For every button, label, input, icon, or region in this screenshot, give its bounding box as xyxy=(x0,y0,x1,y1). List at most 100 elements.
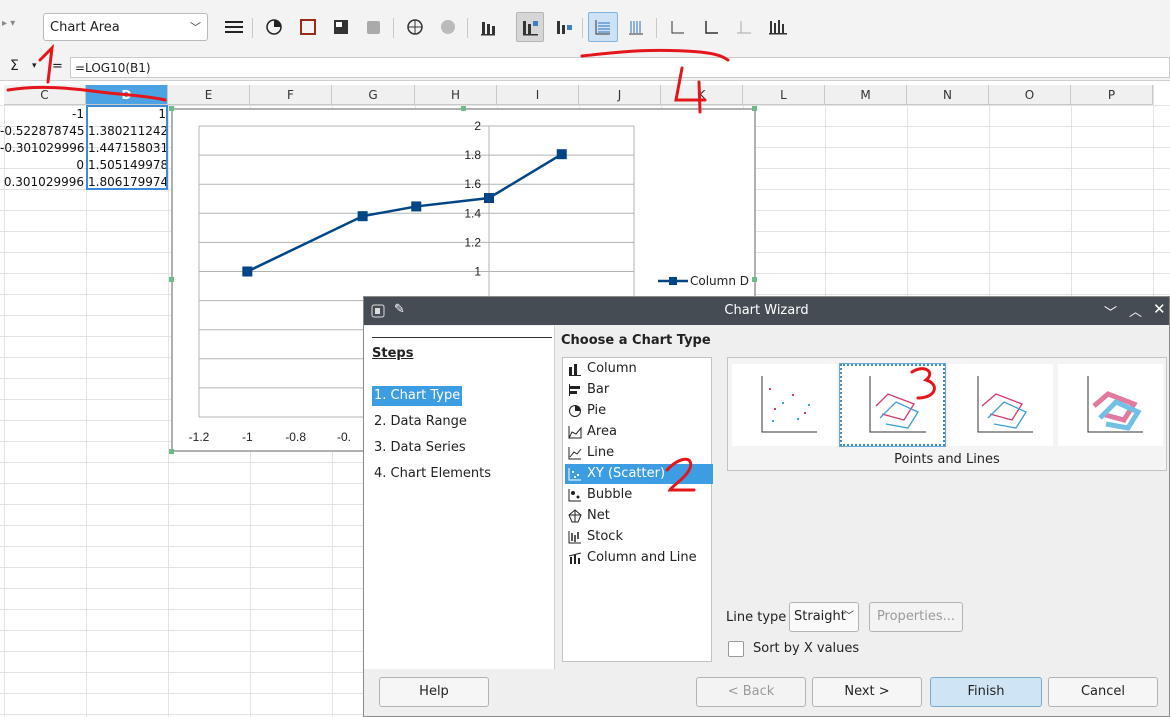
chart-type-list[interactable]: Column Bar Pie Area Line XY (Scatter) Bubble Ne… xyxy=(562,357,713,662)
cell-c5[interactable]: 0.301029996 xyxy=(0,174,86,191)
cell-c1[interactable]: -1 xyxy=(0,106,86,123)
next-button[interactable]: Next > xyxy=(812,677,922,707)
chart-type-area[interactable]: Area xyxy=(565,422,713,442)
sort-checkbox[interactable] xyxy=(728,641,744,657)
resize-handle[interactable] xyxy=(169,449,174,454)
selection-outline xyxy=(86,105,168,190)
step-data-range[interactable]: 2. Data Range xyxy=(372,412,469,432)
column-header-e[interactable]: E xyxy=(168,85,250,105)
bar-chart-icon xyxy=(568,383,582,397)
column-header-l[interactable]: L xyxy=(743,85,825,105)
variant-lines-only[interactable] xyxy=(948,364,1053,446)
chart-type-line[interactable]: Line xyxy=(565,443,713,463)
variant-3d-lines[interactable] xyxy=(1058,364,1163,446)
column-header-n[interactable]: N xyxy=(907,85,989,105)
net-chart-icon xyxy=(568,509,582,523)
column-header-k[interactable]: K xyxy=(661,85,743,105)
help-button[interactable]: Help xyxy=(379,677,489,707)
maximize-icon[interactable]: ︿ xyxy=(1129,301,1142,320)
chart-type-column-and-line[interactable]: Column and Line xyxy=(565,548,713,568)
line-type-value: Straight xyxy=(794,609,846,624)
vertical-grids-icon[interactable] xyxy=(624,14,648,40)
resize-handle[interactable] xyxy=(752,106,757,111)
horizontal-grids-icon[interactable] xyxy=(588,12,618,42)
cell-c3[interactable]: -0.301029996 xyxy=(0,140,86,157)
column-header-h[interactable]: H xyxy=(415,85,497,105)
properties-button[interactable]: Properties... xyxy=(869,602,963,632)
chart-type-icon[interactable] xyxy=(262,14,286,40)
y-tick-label: 1.2 xyxy=(464,235,481,249)
insert-titles-icon[interactable] xyxy=(476,14,500,40)
chart-type-label: Bubble xyxy=(587,487,633,502)
line-type-label: Line type xyxy=(726,610,787,625)
close-icon[interactable]: ✕ xyxy=(1153,300,1166,318)
cell-c2[interactable]: -0.522878745 xyxy=(0,123,86,140)
sort-label: Sort by X values xyxy=(753,641,860,656)
x-axis-icon[interactable] xyxy=(665,14,689,40)
area-chart-icon xyxy=(568,425,582,439)
equals-icon[interactable]: = xyxy=(52,59,63,74)
step-chart-type[interactable]: 1. Chart Type xyxy=(372,386,463,406)
variant-points-and-lines[interactable] xyxy=(839,363,946,447)
back-button[interactable]: < Back xyxy=(696,677,806,707)
column-header-d[interactable]: D xyxy=(86,85,168,105)
legend-on-off-icon[interactable] xyxy=(516,12,544,42)
3d-view-icon[interactable] xyxy=(362,14,386,40)
data-table-icon[interactable] xyxy=(403,14,427,40)
data-series-icon[interactable] xyxy=(436,14,460,40)
format-selection-icon[interactable] xyxy=(222,14,246,40)
cell-c4[interactable]: 0 xyxy=(0,157,86,174)
dialog-titlebar[interactable]: ✎ Chart Wizard ﹀ ︿ ✕ xyxy=(364,297,1169,325)
bubble-chart-icon xyxy=(568,488,582,502)
chart-type-pie[interactable]: Pie xyxy=(565,401,713,421)
legend-icon[interactable] xyxy=(552,14,576,40)
collapse-icon[interactable]: ﹀ xyxy=(1104,302,1117,321)
resize-handle[interactable] xyxy=(461,106,466,111)
data-point xyxy=(357,211,368,222)
column-header-g[interactable]: G xyxy=(332,85,415,105)
legend-entry-column-d: Column D xyxy=(690,274,750,288)
chart-type-column[interactable]: Column xyxy=(565,359,713,379)
data-point xyxy=(484,193,494,204)
chart-element-select[interactable]: Chart Area ﹀ xyxy=(43,13,208,41)
column-header-o[interactable]: O xyxy=(989,85,1071,105)
sum-dropdown-icon[interactable]: ▾ xyxy=(32,61,37,71)
chevron-down-icon: ﹀ xyxy=(190,21,201,34)
variant-points-only[interactable] xyxy=(732,364,837,446)
chart-type-stock[interactable]: Stock xyxy=(565,527,713,547)
formula-input[interactable]: =LOG10(B1) xyxy=(70,57,1170,78)
column-header-m[interactable]: M xyxy=(825,85,907,105)
y-tick-label: 1.4 xyxy=(464,206,481,220)
finish-button[interactable]: Finish xyxy=(930,677,1042,707)
chart-wall-icon[interactable] xyxy=(296,14,320,40)
dropdown-arrow-icon[interactable]: ▸ ▾ xyxy=(2,18,15,29)
line-type-select[interactable]: Straight ﹀ xyxy=(789,602,859,632)
chart-type-net[interactable]: Net xyxy=(565,506,713,526)
resize-handle[interactable] xyxy=(169,277,174,282)
sum-icon[interactable]: Σ xyxy=(10,58,19,74)
y-axis-icon[interactable] xyxy=(699,14,723,40)
step-data-series[interactable]: 3. Data Series xyxy=(372,438,468,458)
scale-text-icon[interactable] xyxy=(766,14,790,40)
chart-legend: Column D xyxy=(658,274,749,288)
cancel-button[interactable]: Cancel xyxy=(1048,677,1158,707)
column-header-f[interactable]: F xyxy=(250,85,332,105)
column-header-j[interactable]: J xyxy=(579,85,661,105)
resize-handle[interactable] xyxy=(752,277,757,282)
all-axes-icon[interactable] xyxy=(732,14,756,40)
chart-type-label: Bar xyxy=(587,382,610,397)
step-chart-elements[interactable]: 4. Chart Elements xyxy=(372,464,493,484)
column-header-p[interactable]: P xyxy=(1071,85,1153,105)
column-header-c[interactable]: C xyxy=(4,85,86,105)
chart-area-icon[interactable] xyxy=(329,14,353,40)
resize-handle[interactable] xyxy=(169,106,174,111)
choose-heading: Choose a Chart Type xyxy=(561,333,711,348)
chart-type-xy-scatter[interactable]: XY (Scatter) xyxy=(565,464,713,484)
y-tick-label: 1.6 xyxy=(464,177,481,191)
x-tick-label: -1 xyxy=(242,430,253,444)
chevron-down-icon: ﹀ xyxy=(844,611,854,622)
chart-element-select-value: Chart Area xyxy=(50,20,120,35)
column-header-i[interactable]: I xyxy=(497,85,579,105)
chart-type-bubble[interactable]: Bubble xyxy=(565,485,713,505)
chart-type-bar[interactable]: Bar xyxy=(565,380,713,400)
